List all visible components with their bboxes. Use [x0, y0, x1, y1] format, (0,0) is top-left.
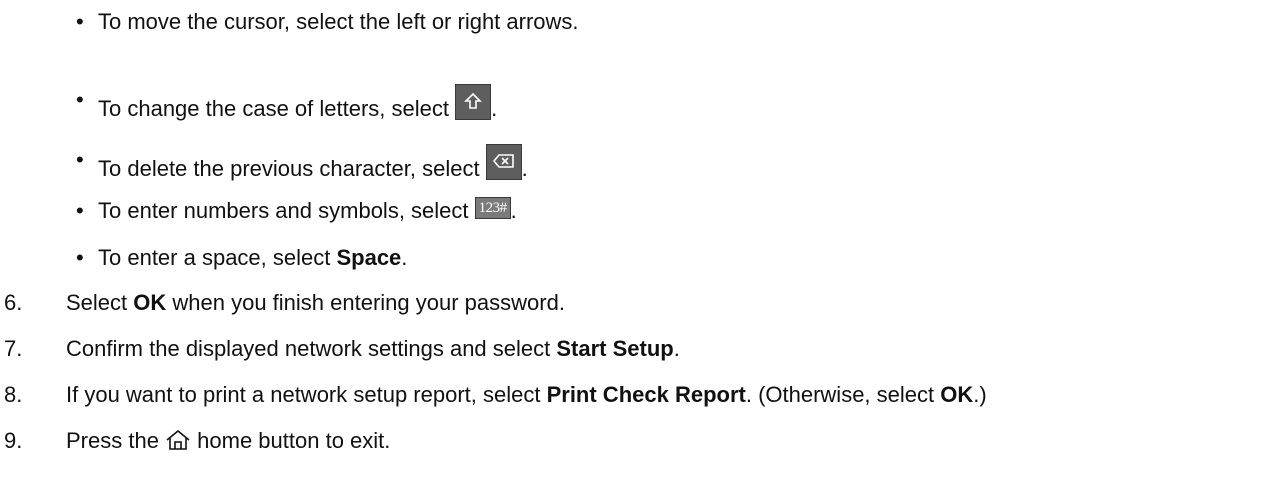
step-text: Confirm the displayed network settings a… — [66, 336, 680, 361]
step-number: 7. — [4, 336, 23, 361]
bullet-text: To delete the previous character, select… — [98, 140, 528, 189]
bold-term: OK — [940, 382, 974, 407]
bold-term: Print Check Report — [546, 382, 746, 407]
bullet-text: To change the case of letters, select . — [98, 80, 497, 129]
shift-key-icon — [455, 84, 492, 120]
bold-term: Start Setup — [556, 336, 674, 361]
bullet-marker: • — [76, 198, 84, 223]
bullet-marker: • — [76, 9, 84, 34]
bold-term: Space — [336, 245, 402, 270]
bullet-text: To move the cursor, select the left or r… — [98, 9, 579, 34]
numbers-symbols-key-icon: 123# — [474, 197, 511, 219]
bullet-text: To enter a space, select Space. — [98, 245, 408, 270]
bullet-marker: • — [76, 245, 84, 270]
home-icon — [165, 424, 191, 450]
bullet-marker: • — [76, 147, 84, 172]
step-number: 9. — [4, 428, 23, 453]
bold-term: OK — [133, 290, 167, 315]
backspace-key-icon — [485, 144, 522, 180]
step-number: 6. — [4, 290, 23, 315]
bullet-marker: • — [76, 87, 84, 112]
bullet-text: To enter numbers and symbols, select 123… — [98, 197, 517, 223]
step-text: If you want to print a network setup rep… — [66, 382, 987, 407]
step-text: Press the home button to exit. — [66, 421, 390, 461]
step-text: Select OK when you finish entering your … — [66, 290, 565, 315]
step-number: 8. — [4, 382, 23, 407]
